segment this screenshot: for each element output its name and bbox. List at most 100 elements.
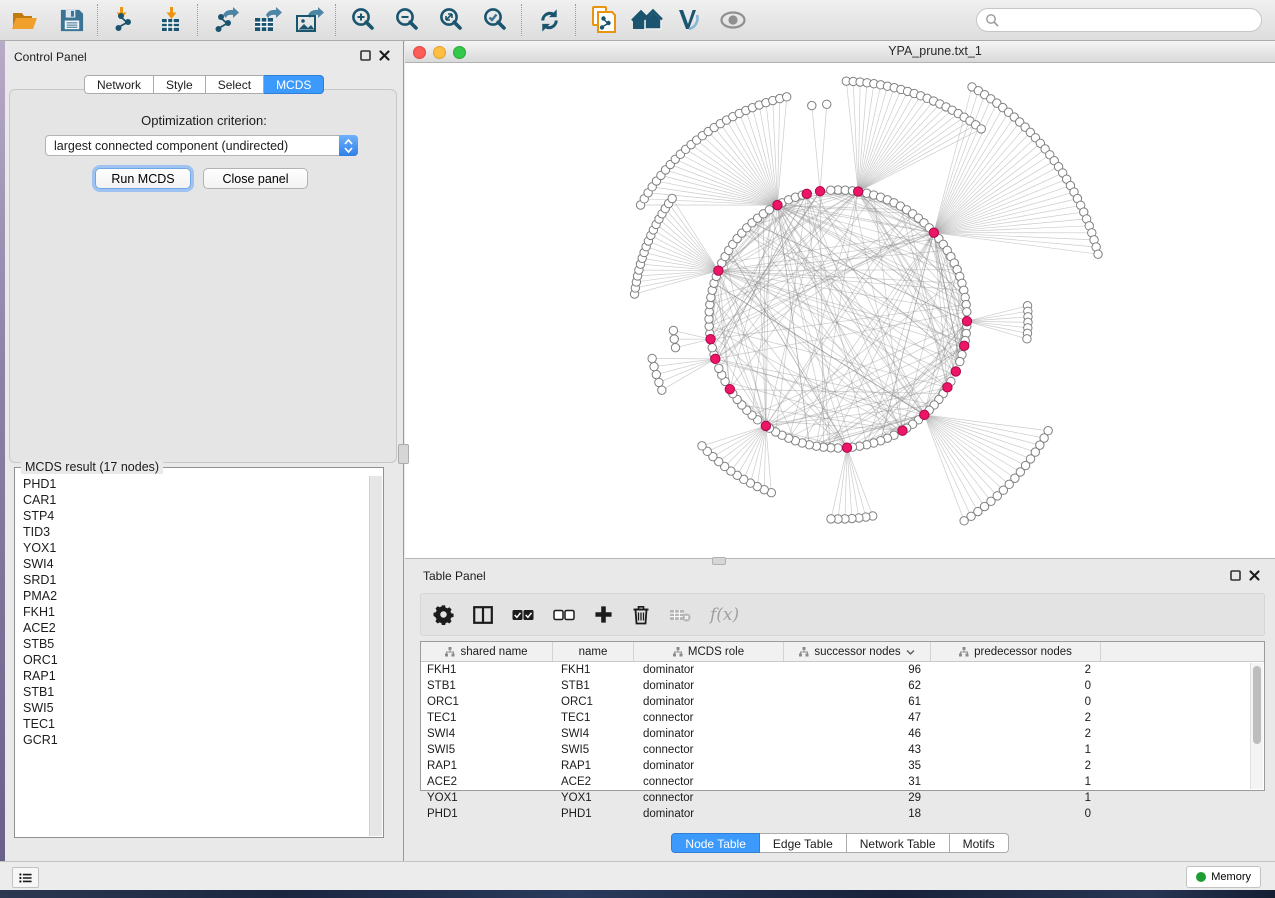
tab-style[interactable]: Style	[154, 75, 206, 94]
export-network-button[interactable]	[206, 2, 244, 38]
clone-network-button[interactable]	[584, 2, 622, 38]
table-row[interactable]: TEC1TEC1connector472	[421, 710, 1264, 726]
table-cell: RAP1	[553, 758, 634, 774]
tab-network-table[interactable]: Network Table	[847, 833, 950, 853]
tab-mcds[interactable]: MCDS	[264, 75, 324, 94]
mcds-result-item[interactable]: GCR1	[16, 732, 370, 748]
mcds-result-item[interactable]: ACE2	[16, 620, 370, 636]
mcds-result-item[interactable]: PHD1	[16, 476, 370, 492]
run-mcds-button[interactable]: Run MCDS	[95, 168, 191, 189]
save-session-button[interactable]	[52, 2, 90, 38]
add-button[interactable]	[594, 600, 613, 630]
column-header[interactable]: name	[553, 642, 634, 661]
mcds-list-scrollbar[interactable]	[369, 476, 382, 836]
network-canvas[interactable]	[405, 63, 1275, 558]
delete-button[interactable]	[632, 600, 650, 630]
column-header[interactable]: MCDS role	[634, 642, 784, 661]
tab-node-table[interactable]: Node Table	[671, 833, 760, 853]
tab-network[interactable]: Network	[84, 75, 154, 94]
table-row[interactable]: STB1STB1dominator620	[421, 678, 1264, 694]
plus-icon	[594, 605, 613, 624]
delete-table-button[interactable]	[669, 600, 691, 630]
export-image-button[interactable]	[290, 2, 328, 38]
table-scrollbar-thumb[interactable]	[1253, 666, 1261, 744]
search-input[interactable]	[1004, 12, 1253, 28]
task-history-button[interactable]	[12, 867, 39, 888]
mcds-result-list[interactable]: PHD1CAR1STP4TID3YOX1SWI4SRD1PMA2FKH1ACE2…	[16, 476, 370, 836]
table-row[interactable]: SWI4SWI4dominator462	[421, 726, 1264, 742]
tab-select[interactable]: Select	[206, 75, 264, 94]
maximize-window-icon[interactable]	[453, 46, 466, 59]
horizontal-splitter-handle[interactable]	[712, 557, 726, 565]
mcds-result-item[interactable]: RAP1	[16, 668, 370, 684]
satellite-nodes[interactable]	[630, 77, 1102, 525]
mcds-result-item[interactable]: STB1	[16, 684, 370, 700]
search-box[interactable]	[976, 8, 1262, 32]
network-graph[interactable]	[405, 63, 1275, 558]
table-row[interactable]: ORC1ORC1dominator610	[421, 694, 1264, 710]
mcds-result-item[interactable]: YOX1	[16, 540, 370, 556]
close-panel-icon[interactable]	[379, 50, 390, 61]
close-panel-icon[interactable]	[1249, 570, 1260, 581]
table-row[interactable]: YOX1YOX1connector291	[421, 790, 1264, 806]
criterion-dropdown[interactable]: largest connected component (undirected)	[45, 135, 358, 156]
open-file-button[interactable]	[6, 2, 44, 38]
vertical-splitter-handle[interactable]	[398, 444, 409, 464]
table-row[interactable]: PHD1PHD1dominator180	[421, 806, 1264, 822]
float-window-icon[interactable]	[1230, 570, 1241, 581]
mcds-result-item[interactable]: STB5	[16, 636, 370, 652]
table-row[interactable]: ACE2ACE2connector311	[421, 774, 1264, 790]
table-row[interactable]: SWI5SWI5connector431	[421, 742, 1264, 758]
mcds-result-item[interactable]: SRD1	[16, 572, 370, 588]
table-row[interactable]: RAP1RAP1dominator352	[421, 758, 1264, 774]
column-header[interactable]: successor nodes	[784, 642, 931, 661]
show-hide-columns-button[interactable]	[473, 600, 493, 630]
zoom-selected-button[interactable]	[476, 2, 514, 38]
deselect-all-button[interactable]	[553, 600, 575, 630]
show-all-button[interactable]	[628, 2, 666, 38]
table-scrollbar[interactable]	[1250, 663, 1263, 789]
import-table-button[interactable]	[152, 2, 190, 38]
zoom-fit-button[interactable]	[432, 2, 470, 38]
mcds-result-item[interactable]: SWI4	[16, 556, 370, 572]
tab-motifs[interactable]: Motifs	[950, 833, 1009, 853]
column-header[interactable]: predecessor nodes	[931, 642, 1101, 661]
fx-icon: f(x)	[710, 605, 739, 625]
column-header-label: shared name	[460, 646, 527, 658]
zoom-in-button[interactable]	[344, 2, 382, 38]
mcds-result-item[interactable]: FKH1	[16, 604, 370, 620]
column-settings-button[interactable]	[433, 600, 454, 630]
network-window-titlebar[interactable]: YPA_prune.txt_1	[405, 41, 1275, 63]
search-icon	[985, 13, 999, 27]
visual-style-button[interactable]	[670, 2, 708, 38]
apply-layout-button[interactable]	[530, 2, 568, 38]
tab-edge-table[interactable]: Edge Table	[760, 833, 847, 853]
mcds-result-item[interactable]: CAR1	[16, 492, 370, 508]
table-cell: 0	[931, 806, 1101, 822]
export-table-button[interactable]	[248, 2, 286, 38]
select-all-button[interactable]	[512, 600, 534, 630]
zoom-selected-icon	[481, 6, 509, 34]
table-cell: 2	[931, 758, 1101, 774]
close-window-icon[interactable]	[413, 46, 426, 59]
function-builder-button[interactable]: f(x)	[710, 600, 739, 630]
table-row[interactable]: FKH1FKH1dominator962	[421, 662, 1264, 678]
memory-button[interactable]: Memory	[1186, 866, 1261, 888]
mcds-result-item[interactable]: ORC1	[16, 652, 370, 668]
zoom-out-button[interactable]	[388, 2, 426, 38]
hide-selected-button[interactable]	[714, 2, 752, 38]
float-window-icon[interactable]	[360, 50, 371, 61]
mcds-result-item[interactable]: STP4	[16, 508, 370, 524]
toolbar-separator	[575, 4, 577, 36]
table-cell: ACE2	[421, 774, 553, 790]
list-icon	[19, 872, 32, 884]
table-cell: dominator	[634, 806, 784, 822]
column-header[interactable]: shared name	[421, 642, 553, 661]
mcds-result-item[interactable]: TEC1	[16, 716, 370, 732]
mcds-result-item[interactable]: SWI5	[16, 700, 370, 716]
minimize-window-icon[interactable]	[433, 46, 446, 59]
import-network-button[interactable]	[106, 2, 144, 38]
close-panel-button[interactable]: Close panel	[203, 168, 308, 189]
mcds-result-item[interactable]: TID3	[16, 524, 370, 540]
mcds-result-item[interactable]: PMA2	[16, 588, 370, 604]
